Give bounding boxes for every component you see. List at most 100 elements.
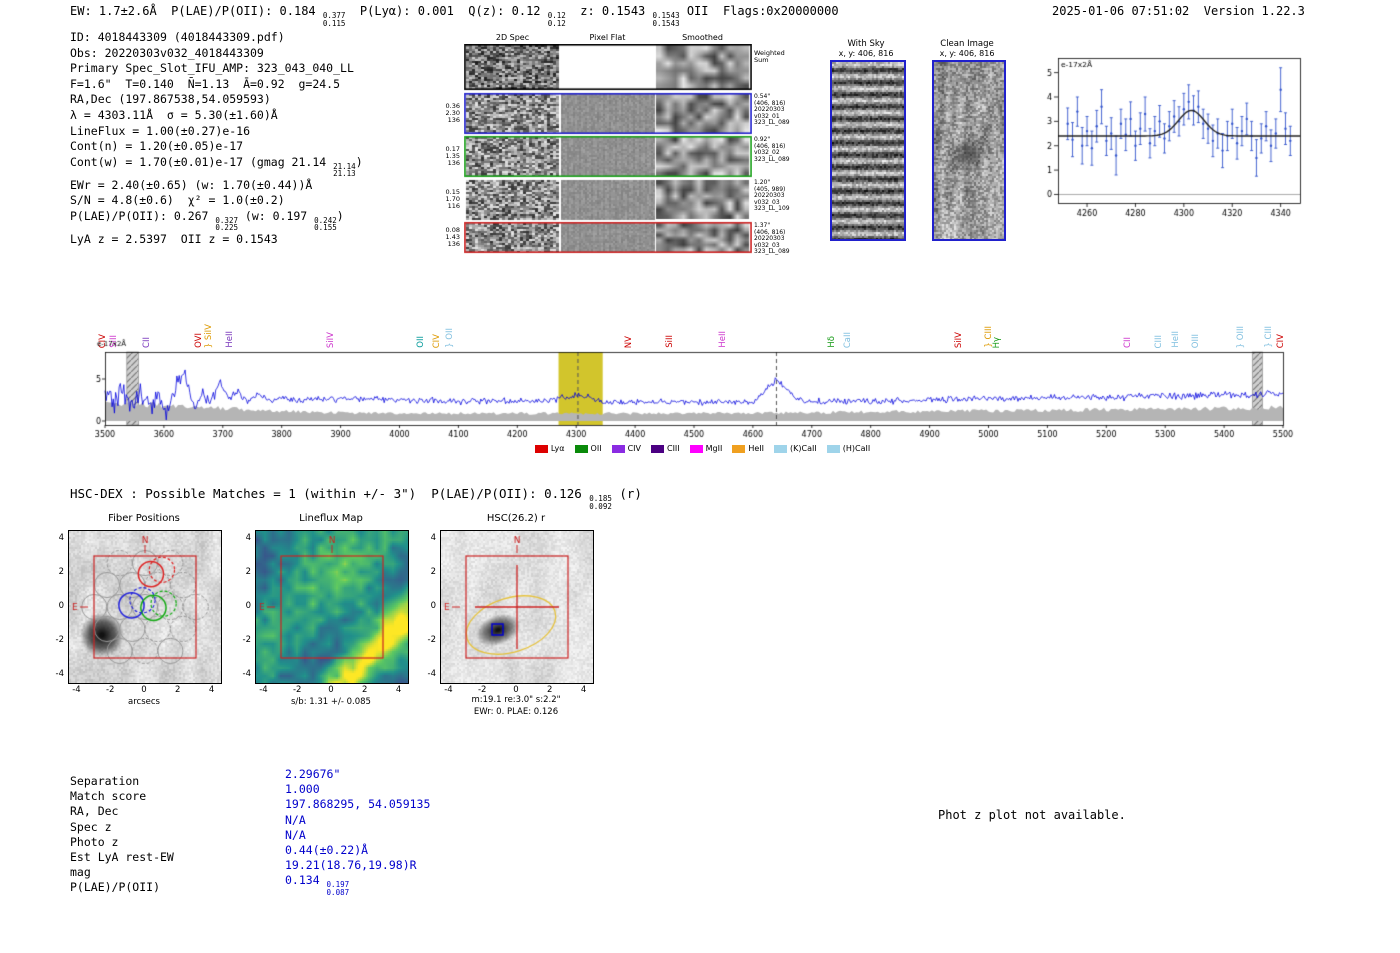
spec2d-col-title-smoothed: Smoothed <box>682 33 723 42</box>
info-line: F=1.6" T=0.140 N̄=1.13 Ā=0.92 g=24.5 <box>70 76 341 91</box>
info-line: ID: 4018443309 (4018443309.pdf) <box>70 30 285 44</box>
stacked-uncertainty: 0.242 0.155 <box>314 215 337 233</box>
tick-label-x-fiber: 4 <box>208 685 215 695</box>
match-row-value: 2.29676" <box>285 767 341 781</box>
spec2d-row-left-label: 0.17 1.35 136 <box>445 144 460 168</box>
match-row-label: P(LAE)/P(OII) <box>70 880 161 895</box>
legend-label: (K)CaII <box>790 444 817 453</box>
legend-swatch <box>774 444 788 453</box>
stacked-uncertainty: 0.377 0.115 <box>322 11 346 28</box>
tick-label-x-lineflux: 0 <box>328 685 334 695</box>
tick-label-y-fiber: -2 <box>55 634 64 645</box>
legend-label: HeII <box>748 444 765 453</box>
tick-label-y-lineflux: 4 <box>245 533 251 544</box>
tick-label-x-hsc: 4 <box>580 685 587 695</box>
elixer-report-page: EW: 1.7±2.6Å P(LAE)/P(OII): 0.184 0.377 0… <box>0 0 1400 953</box>
info-line: S/N = 4.8(±0.6) χ² = 1.0(±0.2) <box>70 193 285 208</box>
spec2d-row-right-label: 1.20" (405, 989) 20220303 v032_03 323_LL… <box>754 179 790 213</box>
info-line: Cont(n) = 1.20(±0.05)e-17 <box>70 139 244 154</box>
legend-label: MgII <box>705 444 723 453</box>
info-line: LineFlux = 1.00(±0.27)e-16 <box>70 123 251 138</box>
zoom-spectrum-plot <box>1038 48 1308 228</box>
tick-label-x-lineflux: -2 <box>292 685 302 695</box>
info-line: Obs: 20220303v032_4018443309 <box>70 45 264 60</box>
tick-label-y-lineflux: 0 <box>245 601 251 611</box>
hsc-cutout-title: HSC(26.2) r <box>486 513 546 524</box>
tick-label-y-hsc: -2 <box>427 634 436 645</box>
info-line: EWr = 2.40(±0.65) (w: 1.70(±0.44))Å <box>70 177 313 192</box>
legend-label: (H)CaII <box>842 444 871 453</box>
spec2d-row-right-label: 0.54" (406, 816) 20220303 v032_01 323_LL… <box>754 93 790 127</box>
legend-item: CIV <box>611 444 641 453</box>
tick-label-y-hsc: 0 <box>430 601 436 611</box>
match-row-label: Separation <box>70 774 140 788</box>
report-header-line: EW: 1.7±2.6Å P(LAE)/P(OII): 0.184 0.377 0… <box>70 4 839 28</box>
with-sky-canvas <box>830 60 906 241</box>
tick-label-x-lineflux: 4 <box>395 685 402 695</box>
info-line: RA,Dec (197.867538,54.059593) <box>70 92 271 107</box>
legend-swatch <box>574 444 588 453</box>
full-spectrum-canvas <box>95 336 1310 444</box>
info-block: ID: 4018443309 (4018443309.pdf) Obs: 2022… <box>70 30 363 248</box>
tick-label-x-fiber: -2 <box>105 685 115 695</box>
legend-swatch <box>732 444 746 453</box>
tick-label-y-lineflux: -2 <box>242 634 251 645</box>
tick-label-y-hsc: -4 <box>427 668 436 679</box>
legend-item: (K)CaII <box>774 444 817 453</box>
fiber-positions-plot <box>68 530 222 684</box>
info-line: Cont(w) = 1.70(±0.01)e-17 (gmag 21.14 21… <box>70 154 363 179</box>
match-row-value: 0.134 0.197 0.087 <box>285 873 350 897</box>
tick-label-y-lineflux: -4 <box>242 668 251 679</box>
tick-label-y-fiber: -4 <box>55 668 64 679</box>
info-line: P(LAE)/P(OII): 0.267 0.327 0.225 (w: 0.19… <box>70 208 344 233</box>
tick-label-x-hsc: -2 <box>477 685 487 695</box>
match-row-label: Match score <box>70 789 147 804</box>
tick-label-y-lineflux: 2 <box>245 567 251 578</box>
tick-label-x-lineflux: 2 <box>362 685 368 695</box>
legend-swatch <box>826 444 840 453</box>
tick-label-y-hsc: 4 <box>430 533 436 544</box>
spec2d-col-title-pixelflat: Pixel Flat <box>589 33 626 42</box>
match-row-label: RA, Dec <box>70 804 119 819</box>
axis-label-arcsecs: arcsecs <box>128 697 160 707</box>
tick-label-y-fiber: 2 <box>58 567 64 578</box>
hsc-caption-1: m:19.1 re:3.0" s:2.2" <box>471 695 561 705</box>
tick-label-x-fiber: 0 <box>141 685 147 695</box>
spec2d-row-right-label: Weighted Sum <box>754 49 785 64</box>
match-row-label: Spec z <box>70 819 112 834</box>
match-row-value: 19.21(18.76,19.98)R <box>285 858 417 873</box>
legend-label: OII <box>590 444 602 453</box>
spec2d-canvas <box>464 44 752 256</box>
info-line: LyA z = 2.5397 OII z = 0.1543 <box>70 231 278 246</box>
match-row-label: Photo z <box>70 834 119 849</box>
legend-swatch <box>611 444 625 453</box>
with-sky-title: With Sky <box>847 39 885 49</box>
legend-item: OII <box>574 444 602 453</box>
legend-item: CIII <box>650 444 680 453</box>
tick-label-x-hsc: 0 <box>513 685 519 695</box>
match-row-value: N/A <box>285 827 306 842</box>
lineflux-caption: s/b: 1.31 +/- 0.085 <box>291 697 371 707</box>
hsc-cutout-plot <box>440 530 594 684</box>
tick-label-y-fiber: 4 <box>58 533 64 544</box>
match-row-label: Est LyA rest-EW <box>70 850 174 864</box>
spec2d-row-right-label: 1.37" (406, 816) 20220303 v032_03 323_LL… <box>754 222 790 256</box>
clean-image-coords: x, y: 406, 816 <box>939 49 995 58</box>
lineflux-map-plot <box>255 530 409 684</box>
match-row-value: 0.44(±0.22)Å <box>285 843 369 857</box>
timestamp-version: 2025-01-06 07:51:02 Version 1.22.3 <box>1052 4 1305 18</box>
stacked-uncertainty: 0.197 0.087 <box>326 880 350 897</box>
legend-label: CIV <box>627 444 641 453</box>
tick-label-x-lineflux: -4 <box>259 685 268 695</box>
spectrum-legend: Lyα OII CIV CIII MgII HeII (K)CaII (H)CaII <box>95 444 1310 453</box>
legend-item: Lyα <box>534 444 565 453</box>
clean-image-canvas <box>932 60 1006 241</box>
spec2d-row-left-label: 0.15 1.70 116 <box>445 187 460 211</box>
info-line: λ = 4303.11Å σ = 5.30(±1.60)Å <box>70 107 278 122</box>
tick-label-x-hsc: 2 <box>547 685 553 695</box>
legend-label: CIII <box>666 444 680 453</box>
clean-image-title: Clean Image <box>940 39 994 49</box>
info-line: Primary Spec_Slot_IFU_AMP: 323_043_040_L… <box>70 61 354 76</box>
spec2d-row-left-label: 0.36 2.30 136 <box>445 101 460 125</box>
hsc-caption-2: EWr: 0. PLAE: 0.126 <box>473 707 559 717</box>
